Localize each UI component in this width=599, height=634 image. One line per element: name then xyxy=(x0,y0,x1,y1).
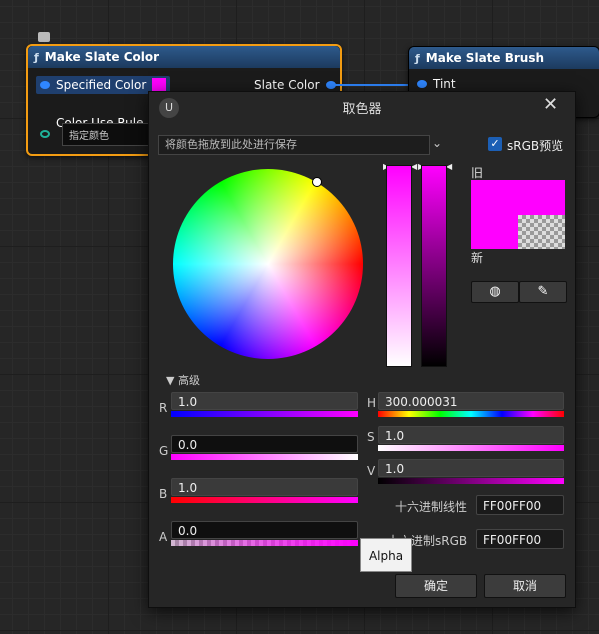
alpha-tooltip: Alpha xyxy=(360,538,412,572)
h-input[interactable]: 300.000031 xyxy=(378,392,564,410)
s-slider[interactable] xyxy=(378,445,564,451)
hex-linear-input[interactable]: FF00FF00 xyxy=(476,495,564,515)
color-wheel[interactable] xyxy=(173,169,363,359)
dialog-title: 取色器 xyxy=(342,102,382,117)
node-header: ƒ Make Slate Color xyxy=(28,46,340,68)
close-icon[interactable]: ✕ xyxy=(543,94,558,115)
v-label: V xyxy=(367,464,376,478)
a-input[interactable]: 0.0 xyxy=(171,521,358,539)
ok-button[interactable]: 确定 xyxy=(395,574,477,598)
h-label: H xyxy=(367,396,377,410)
hex-srgb-input[interactable]: FF00FF00 xyxy=(476,529,564,549)
cancel-button[interactable]: 取消 xyxy=(484,574,566,598)
enum-pin-icon[interactable] xyxy=(40,130,50,138)
r-slider[interactable] xyxy=(171,411,358,417)
alpha-checker xyxy=(518,215,565,249)
node-title: Make Slate Color xyxy=(44,50,160,64)
new-color-label: 新 xyxy=(471,251,484,265)
v-input[interactable]: 1.0 xyxy=(378,459,564,477)
input-pin-icon[interactable] xyxy=(40,81,50,89)
color-use-rule-dropdown[interactable]: 指定颜色 xyxy=(62,123,152,146)
g-input[interactable]: 0.0 xyxy=(171,435,358,453)
b-label: B xyxy=(159,487,168,501)
g-slider[interactable] xyxy=(171,454,358,460)
s-label: S xyxy=(367,430,375,444)
color-preview xyxy=(471,180,565,249)
comment-icon[interactable] xyxy=(38,32,50,42)
tint-label: Tint xyxy=(433,77,456,91)
advanced-label: 高级 xyxy=(177,374,200,387)
srgb-preview-label: sRGB预览 xyxy=(507,139,564,153)
srgb-preview-checkbox[interactable]: ✓ xyxy=(488,137,502,151)
b-input[interactable]: 1.0 xyxy=(171,478,358,496)
hex-linear-label: 十六进制线性 xyxy=(395,500,468,514)
node-header: ƒ Make Slate Brush xyxy=(409,47,599,69)
saturation-vertical-slider[interactable] xyxy=(386,165,412,367)
color-wheel-marker[interactable] xyxy=(312,177,322,187)
slate-color-output[interactable]: Slate Color xyxy=(254,78,336,92)
chevron-down-icon[interactable]: ⌄ xyxy=(432,136,442,150)
b-slider[interactable] xyxy=(171,497,358,503)
eyedropper-icon[interactable]: ✎ xyxy=(519,281,567,303)
slate-color-label: Slate Color xyxy=(254,78,320,92)
r-label: R xyxy=(159,401,168,415)
a-slider[interactable] xyxy=(171,540,358,546)
r-input[interactable]: 1.0 xyxy=(171,392,358,410)
h-slider[interactable] xyxy=(378,411,564,417)
g-label: G xyxy=(159,444,169,458)
s-input[interactable]: 1.0 xyxy=(378,426,564,444)
old-color-label: 旧 xyxy=(471,166,484,180)
color-swatch[interactable] xyxy=(152,78,167,92)
color-wheel-button[interactable]: ◍ xyxy=(471,281,519,303)
function-icon: ƒ xyxy=(34,50,39,64)
advanced-section-toggle[interactable]: ▼ 高级 xyxy=(166,372,200,388)
input-pin-icon[interactable] xyxy=(417,80,427,88)
function-icon: ƒ xyxy=(415,51,420,65)
color-picker-dialog: U 取色器 ✕ 将颜色拖放到此处进行保存 ⌄ ✓ sRGB预览 ▶ ◀ ▶ ◀ … xyxy=(148,91,576,608)
color-save-dropzone[interactable]: 将颜色拖放到此处进行保存 xyxy=(158,135,430,155)
a-label: A xyxy=(159,530,168,544)
connection-wire xyxy=(327,84,409,86)
node-title: Make Slate Brush xyxy=(425,51,545,65)
v-slider[interactable] xyxy=(378,478,564,484)
value-vertical-slider[interactable] xyxy=(421,165,447,367)
specified-color-label: Specified Color xyxy=(56,78,147,92)
tint-pin-row[interactable]: Tint xyxy=(417,77,456,91)
